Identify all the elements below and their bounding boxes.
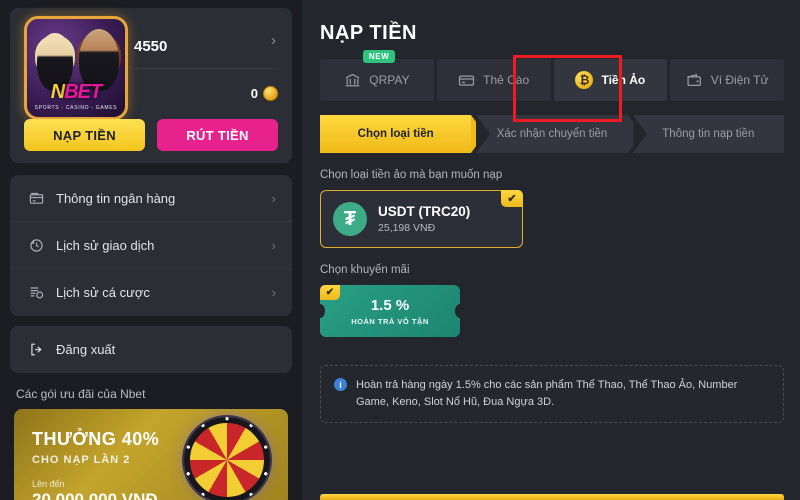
submit-bar[interactable]	[320, 494, 784, 500]
tab-tien-ao[interactable]: ₿ Tiền Ảo	[553, 59, 668, 101]
promo-banner-upto-label: Lên đến	[32, 479, 65, 489]
nbet-logo: NBET SPORTS - CASINO - GAMES	[27, 81, 125, 111]
promo-notice-text: Hoàn trả hàng ngày 1.5% cho các sản phẩm…	[356, 379, 738, 409]
info-icon: i	[334, 378, 347, 391]
avatar[interactable]: NBET SPORTS - CASINO - GAMES	[24, 16, 128, 120]
profile-divider	[134, 68, 278, 69]
deposit-main-panel: NẠP TIỀN NEW QRPAY Thẻ Cào ₿ Tiền Ảo Ví …	[302, 0, 800, 500]
new-badge: NEW	[362, 50, 396, 63]
sidebar-item-bet-history[interactable]: Lịch sử cá cược ›	[10, 269, 292, 316]
promo-banner-amount: 20,000,000 VNĐ	[32, 490, 158, 500]
chevron-right-icon: ›	[271, 190, 276, 206]
prize-wheel-icon	[184, 417, 270, 500]
sidebar-item-label: Lịch sử giao dịch	[56, 237, 155, 253]
selected-check-icon: ✔	[501, 190, 523, 207]
sidebar-item-label: Thông tin ngân hàng	[56, 190, 176, 206]
currency-option-usdt-trc20[interactable]: ₮ USDT (TRC20) 25,198 VNĐ ✔	[320, 190, 523, 248]
tab-label: Ví Điện Tử	[710, 73, 769, 87]
profile-actions: NẠP TIỀN RÚT TIỀN	[24, 119, 278, 151]
deposit-method-tabs: NEW QRPAY Thẻ Cào ₿ Tiền Ảo Ví Điện Tử	[320, 50, 784, 101]
page-title: NẠP TIỀN	[320, 22, 417, 44]
credit-card-icon	[458, 72, 475, 89]
promo-voucher-option[interactable]: ✔ 1.5 % HOÀN TRẢ VÔ TẬN	[320, 285, 460, 337]
tab-label: Thẻ Cào	[483, 73, 530, 87]
bank-card-icon	[26, 191, 46, 206]
logo-tagline: SPORTS - CASINO - GAMES	[34, 105, 118, 111]
currency-name: USDT (TRC20)	[378, 204, 471, 219]
logout-card: Đăng xuất	[10, 326, 292, 373]
deposit-button[interactable]: NẠP TIỀN	[24, 119, 145, 151]
promo-section-title: Các gói ưu đãi của Nbet	[16, 387, 146, 401]
tab-label: Tiền Ảo	[601, 73, 646, 87]
chevron-right-icon: ›	[271, 237, 276, 253]
gold-coin-icon	[263, 86, 278, 101]
step-confirm-transfer[interactable]: Xác nhận chuyển tiền	[476, 115, 643, 153]
withdraw-button[interactable]: RÚT TIỀN	[157, 119, 278, 151]
bank-building-icon	[344, 72, 361, 89]
coin-balance-value: 0	[250, 86, 258, 101]
wallet-icon	[686, 72, 703, 89]
voucher-percent: 1.5 %	[370, 296, 410, 314]
voucher-subtitle: HOÀN TRẢ VÔ TẬN	[351, 316, 429, 326]
tab-the-cao[interactable]: Thẻ Cào	[436, 59, 551, 101]
tab-label: QRPAY	[369, 73, 410, 87]
currency-section-label: Chọn loại tiền ảo mà bạn muốn nạp	[320, 169, 503, 181]
step-deposit-info[interactable]: Thông tin nạp tiền	[632, 115, 784, 153]
logo-letters-bet: BET	[64, 81, 102, 103]
promo-banner-title: THƯỞNG 40%	[32, 429, 160, 449]
sidebar-item-label: Lịch sử cá cược	[56, 285, 150, 300]
step-select-currency[interactable]: Chọn loại tiền	[320, 115, 486, 153]
logout-icon	[26, 342, 46, 357]
promo-banner-subtitle: CHO NẠP LẦN 2	[32, 454, 131, 466]
account-sidebar: NBET SPORTS - CASINO - GAMES 4550 › 0 NẠ…	[0, 0, 302, 500]
username-label: 4550	[134, 38, 168, 55]
deposit-step-breadcrumb: Chọn loại tiền Xác nhận chuyển tiền Thôn…	[320, 115, 784, 153]
promo-section-label: Chọn khuyến mãi	[320, 264, 410, 276]
coin-balance: 0	[251, 86, 278, 101]
bet-history-icon	[26, 285, 46, 300]
sidebar-menu: Thông tin ngân hàng › Lịch sử giao dịch …	[10, 175, 292, 316]
logo-letter-n: N	[50, 81, 65, 103]
promo-banner[interactable]: THƯỞNG 40% CHO NẠP LẦN 2 Lên đến 20,000,…	[14, 409, 288, 500]
sidebar-item-bank-info[interactable]: Thông tin ngân hàng ›	[10, 175, 292, 222]
sidebar-item-transaction-history[interactable]: Lịch sử giao dịch ›	[10, 222, 292, 269]
currency-rate: 25,198 VNĐ	[378, 222, 436, 234]
sidebar-item-label: Đăng xuất	[56, 342, 116, 357]
usdt-logo-icon: ₮	[333, 202, 367, 236]
history-clock-icon	[26, 238, 46, 253]
chevron-right-icon: ›	[271, 285, 276, 300]
deposit-page: NBET SPORTS - CASINO - GAMES 4550 › 0 NẠ…	[0, 0, 800, 500]
profile-card: NBET SPORTS - CASINO - GAMES 4550 › 0 NẠ…	[10, 8, 292, 163]
chevron-right-icon[interactable]: ›	[271, 32, 276, 49]
tab-vi-dien-tu[interactable]: Ví Điện Tử	[670, 59, 784, 101]
sidebar-item-logout[interactable]: Đăng xuất	[10, 326, 292, 373]
promo-notice: i Hoàn trả hàng ngày 1.5% cho các sản ph…	[320, 365, 784, 424]
tab-qrpay[interactable]: NEW QRPAY	[320, 50, 434, 101]
bitcoin-icon: ₿	[575, 71, 594, 89]
selected-check-icon: ✔	[320, 285, 340, 300]
